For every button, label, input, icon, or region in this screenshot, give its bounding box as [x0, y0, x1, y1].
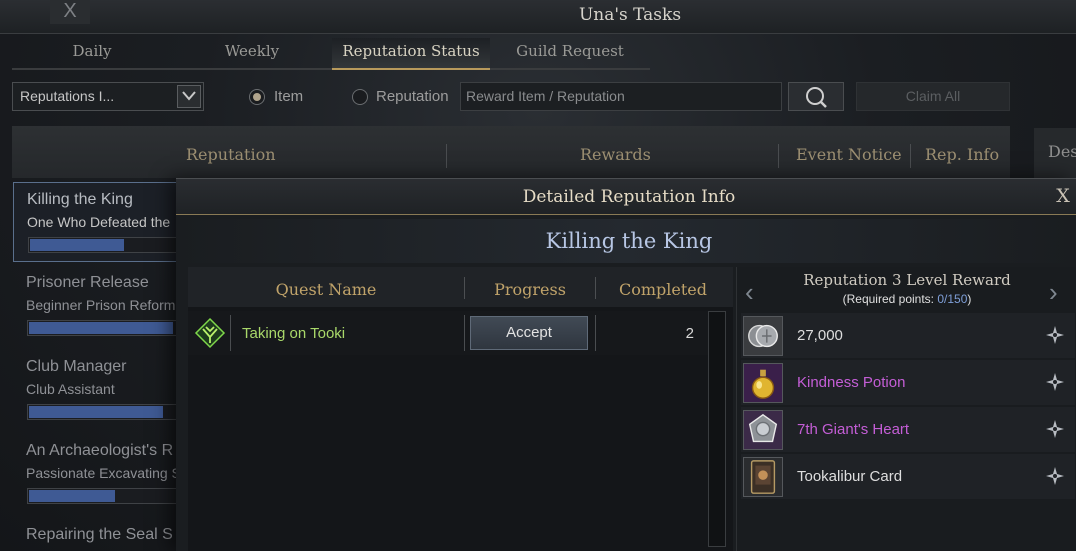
- search-icon: [806, 87, 827, 108]
- progress-fill: [29, 406, 163, 418]
- quest-table-header: Quest Name Progress Completed: [188, 267, 733, 307]
- silver-coins-icon: [743, 316, 783, 356]
- previous-level-arrow-icon[interactable]: ‹: [745, 277, 754, 308]
- reputation-title: Passionate Excavating S: [26, 465, 181, 481]
- reputation-item-club-manager[interactable]: Club Manager Club Assistant: [13, 350, 187, 430]
- reward-row[interactable]: Kindness Potion: [741, 360, 1075, 405]
- reputation-progress-bar: [27, 404, 187, 420]
- tab-reputation-status[interactable]: Reputation Status: [332, 38, 490, 70]
- progress-fill: [29, 490, 115, 502]
- header-divider: [778, 144, 779, 168]
- tab-weekly[interactable]: Weekly: [172, 38, 332, 70]
- accept-quest-button[interactable]: Accept: [470, 316, 588, 350]
- quest-name: Taking on Tooki: [242, 325, 346, 342]
- quest-scrollbar[interactable]: [708, 311, 726, 547]
- potion-icon: [743, 363, 783, 403]
- reputation-item-archaeologist[interactable]: An Archaeologist's R Passionate Excavati…: [13, 434, 187, 514]
- search-input[interactable]: Reward Item / Reputation: [460, 82, 782, 111]
- detailed-reputation-modal: Detailed Reputation Info X Killing the K…: [176, 178, 1076, 551]
- reward-name: Kindness Potion: [797, 374, 906, 391]
- chevron-down-icon[interactable]: [177, 85, 201, 108]
- radio-item[interactable]: [249, 89, 265, 105]
- compass-star-icon: [1046, 467, 1064, 485]
- modal-header: Detailed Reputation Info X: [176, 179, 1076, 215]
- row-divider: [230, 315, 231, 351]
- next-level-arrow-icon[interactable]: ›: [1049, 277, 1058, 308]
- header-rep-info: Rep. Info: [925, 145, 1000, 164]
- reputation-item-repairing-the-seal[interactable]: Repairing the Seal S: [13, 518, 183, 551]
- reputation-table-header: Reputation Rewards Event Notice Rep. Inf…: [12, 126, 1010, 178]
- radio-reputation-label: Reputation: [376, 88, 449, 105]
- window-close-button[interactable]: X: [50, 0, 90, 24]
- reputation-item-killing-the-king[interactable]: Killing the King One Who Defeated the: [13, 182, 188, 262]
- reputation-filter-dropdown[interactable]: Reputations I...: [12, 82, 204, 111]
- reputation-name: Club Manager: [26, 358, 127, 375]
- header-progress: Progress: [494, 280, 566, 299]
- header-event-notice: Event Notice: [796, 145, 902, 164]
- progress-fill: [30, 239, 124, 251]
- reward-row[interactable]: 7th Giant's Heart: [741, 407, 1075, 452]
- required-points-suffix: ): [967, 292, 972, 306]
- side-description-tab[interactable]: Des: [1034, 128, 1076, 178]
- reward-row[interactable]: 27,000: [741, 313, 1075, 358]
- modal-close-button[interactable]: X: [1053, 185, 1073, 207]
- title-bar: X Una's Tasks: [0, 0, 1076, 34]
- giant-heart-icon: [743, 410, 783, 450]
- compass-star-icon: [1046, 326, 1064, 344]
- reputation-name: Killing the King: [27, 191, 133, 208]
- tab-daily[interactable]: Daily: [12, 38, 172, 70]
- modal-title: Detailed Reputation Info: [522, 187, 736, 207]
- reputation-name: Repairing the Seal S: [26, 526, 173, 543]
- quest-completed-count: 2: [685, 325, 694, 342]
- quest-row[interactable]: Taking on Tooki Accept 2: [188, 311, 709, 355]
- quest-emblem-icon: [194, 317, 226, 349]
- reward-name: 7th Giant's Heart: [797, 421, 910, 438]
- reputation-title: One Who Defeated the: [27, 214, 171, 230]
- progress-fill: [29, 322, 173, 334]
- header-rewards: Rewards: [580, 145, 651, 164]
- radio-reputation[interactable]: [352, 89, 368, 105]
- compass-star-icon: [1046, 420, 1064, 438]
- header-divider: [910, 144, 911, 168]
- reward-panel: ‹ Reputation 3 Level Reward (Required po…: [736, 267, 1076, 551]
- required-points: (Required points: 0/150): [777, 292, 1037, 306]
- required-points-value: 0/150: [937, 292, 968, 306]
- header-completed: Completed: [618, 280, 707, 299]
- reputation-subtitle: Killing the King: [545, 229, 713, 253]
- reputation-progress-bar: [28, 237, 188, 253]
- search-button[interactable]: [788, 82, 844, 111]
- reputation-title: Beginner Prison Reform: [26, 297, 176, 313]
- row-divider: [595, 315, 596, 351]
- reward-header: ‹ Reputation 3 Level Reward (Required po…: [737, 267, 1076, 312]
- reputation-progress-bar: [27, 488, 187, 504]
- window-title: Una's Tasks: [578, 5, 682, 25]
- compass-star-icon: [1046, 373, 1064, 391]
- quest-panel: Quest Name Progress Completed Taking on …: [188, 267, 733, 551]
- reward-name: Tookalibur Card: [797, 468, 903, 485]
- header-reputation: Reputation: [186, 145, 276, 164]
- reputation-progress-bar: [27, 320, 187, 336]
- header-quest-name: Quest Name: [275, 280, 377, 299]
- card-icon: [743, 457, 783, 497]
- required-points-prefix: (Required points:: [842, 292, 938, 306]
- claim-all-button[interactable]: Claim All: [856, 82, 1010, 111]
- reward-row[interactable]: Tookalibur Card: [741, 454, 1075, 499]
- row-divider: [464, 315, 465, 351]
- tab-guild-request[interactable]: Guild Request: [490, 38, 650, 70]
- dropdown-value: Reputations I...: [20, 88, 115, 104]
- reputation-title: Club Assistant: [26, 381, 115, 397]
- reputation-item-prisoner-release[interactable]: Prisoner Release Beginner Prison Reform: [13, 266, 187, 346]
- reputation-name: Prisoner Release: [26, 274, 149, 291]
- header-divider: [446, 144, 447, 168]
- reward-level-title: Reputation 3 Level Reward: [803, 271, 1011, 289]
- modal-subtitle-bar: Killing the King: [176, 219, 1076, 263]
- radio-item-label: Item: [274, 88, 304, 105]
- reputation-name: An Archaeologist's R: [26, 442, 174, 459]
- reward-name: 27,000: [797, 327, 843, 344]
